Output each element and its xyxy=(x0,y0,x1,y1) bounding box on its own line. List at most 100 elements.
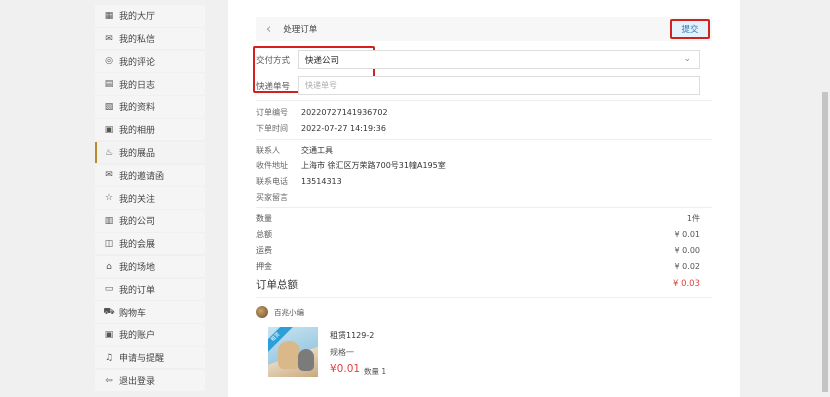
sidebar-item-venues[interactable]: ⌂ 我的场地 xyxy=(95,255,205,278)
order-time-row: 下单时间 2022-07-27 14:19:36 xyxy=(256,121,386,135)
tracking-input[interactable] xyxy=(298,76,700,95)
shipping-row: 运费 ¥ 0.00 xyxy=(256,243,700,257)
dog-illustration xyxy=(278,341,300,369)
account-icon: ▣ xyxy=(104,329,114,340)
back-chevron-icon[interactable]: ‹ xyxy=(266,22,271,37)
product-name[interactable]: 租赁1129-2 xyxy=(330,330,374,341)
submit-button[interactable]: 提交 xyxy=(670,19,710,39)
star-icon: ☆ xyxy=(104,193,114,204)
message-label: 买家留言 xyxy=(256,192,288,202)
message-row: 买家留言 xyxy=(256,190,301,204)
order-number: 20220727141936702 xyxy=(301,107,388,117)
sidebar-item-label: 我的公司 xyxy=(119,217,156,228)
tracking-label: 快递单号 xyxy=(256,81,291,92)
sidebar-item-profile[interactable]: ▧ 我的资料 xyxy=(95,96,205,118)
sidebar-item-expos[interactable]: ◫ 我的会展 xyxy=(95,232,205,255)
shop-name: 百兆小编 xyxy=(274,307,304,317)
expo-icon: ◫ xyxy=(104,238,114,249)
deposit-row: 押金 ¥ 0.02 xyxy=(256,259,700,273)
chevron-down-icon: ⌄ xyxy=(683,54,691,64)
total-value: ¥ 0.01 xyxy=(674,229,700,239)
grand-total-label: 订单总额 xyxy=(256,278,298,291)
product-spec: 规格一 xyxy=(330,348,354,357)
sidebar-item-label: 我的展品 xyxy=(119,149,156,160)
invitation-icon: ✉ xyxy=(105,170,113,181)
cart-icon: ⛟ xyxy=(103,306,115,317)
qty-label: 数量 xyxy=(256,213,272,223)
sidebar-item-label: 我的订单 xyxy=(119,285,156,296)
profile-icon: ▧ xyxy=(104,101,114,112)
sidebar-item-label: 我的场地 xyxy=(119,263,156,274)
grand-total-value: ¥ 0.03 xyxy=(672,279,700,289)
shipping-value: ¥ 0.00 xyxy=(674,245,700,255)
sidebar-item-label: 我的相册 xyxy=(119,126,156,137)
venue-icon: ⌂ xyxy=(106,261,112,272)
sidebar-item-label: 我的资料 xyxy=(119,103,156,114)
shop-avatar xyxy=(256,306,268,318)
sidebar-item-reminders[interactable]: ♫ 申请与提醒 xyxy=(95,346,205,369)
sidebar-item-comments[interactable]: ◎ 我的评论 xyxy=(95,50,205,73)
contact-value: 交通工具 xyxy=(301,145,333,155)
divider xyxy=(256,139,712,140)
sidebar-item-company[interactable]: ▥ 我的公司 xyxy=(95,210,205,232)
sidebar-item-label: 我的邀请函 xyxy=(119,171,165,182)
scrollbar[interactable] xyxy=(820,0,830,397)
hall-icon: ▦ xyxy=(104,10,114,21)
contact-label: 联系人 xyxy=(256,145,280,155)
page-title: 处理订单 xyxy=(283,25,318,35)
album-icon: ▣ xyxy=(104,124,114,135)
product-image[interactable]: 租赁 xyxy=(268,327,318,377)
qty-row: 数量 1件 xyxy=(256,211,700,225)
divider xyxy=(256,207,712,208)
sidebar-item-label: 我的私信 xyxy=(119,35,156,46)
sidebar-item-messages[interactable]: ✉ 我的私信 xyxy=(95,27,205,50)
sidebar-item-label: 我的账户 xyxy=(119,331,156,342)
sidebar-item-label: 我的会展 xyxy=(119,240,156,251)
total-label: 总额 xyxy=(256,229,272,239)
phone-label: 联系电话 xyxy=(256,176,288,186)
sidebar-item-album[interactable]: ▣ 我的相册 xyxy=(95,118,205,141)
sidebar-item-exhibits[interactable]: ♨ 我的展品 xyxy=(95,141,205,164)
sidebar-item-hall[interactable]: ▦ 我的大厅 xyxy=(95,5,205,27)
sidebar-item-orders[interactable]: ▭ 我的订单 xyxy=(95,278,205,301)
address-value: 上海市 徐汇区万荣路700号31幢A195室 xyxy=(301,160,446,170)
sidebar-item-label: 退出登录 xyxy=(119,377,156,387)
logout-icon: ⇦ xyxy=(105,375,113,386)
scrollbar-thumb[interactable] xyxy=(822,92,828,392)
delivery-select[interactable]: 快递公司 ⌄ xyxy=(298,50,700,69)
tracking-row: 快递单号 xyxy=(256,76,700,95)
sidebar-item-cart[interactable]: ⛟ 购物车 xyxy=(95,301,205,323)
company-icon: ▥ xyxy=(104,215,114,226)
product-price: ¥0.01 xyxy=(330,363,361,375)
delivery-label: 交付方式 xyxy=(256,55,291,66)
sidebar-item-follows[interactable]: ☆ 我的关注 xyxy=(95,187,205,209)
order-number-label: 订单编号 xyxy=(256,107,288,117)
order-number-row: 订单编号 20220727141936702 xyxy=(256,105,388,119)
message-icon: ✉ xyxy=(105,33,113,44)
order-icon: ▭ xyxy=(104,284,114,295)
sidebar-item-label: 我的日志 xyxy=(119,80,156,91)
shipping-label: 运费 xyxy=(256,245,272,255)
total-row: 总额 ¥ 0.01 xyxy=(256,227,700,241)
deposit-label: 押金 xyxy=(256,261,272,271)
page-header: ‹ 处理订单 提交 xyxy=(256,17,712,41)
divider xyxy=(256,100,712,101)
address-label: 收件地址 xyxy=(256,160,288,170)
sidebar-item-logout[interactable]: ⇦ 退出登录 xyxy=(95,369,205,392)
sidebar: ▦ 我的大厅 ✉ 我的私信 ◎ 我的评论 ▤ 我的日志 ▧ 我的资料 ▣ 我的相册 ♨ 我的展品 ✉ 我的邀请… xyxy=(95,0,205,397)
divider xyxy=(256,297,712,298)
qty-value: 1件 xyxy=(686,213,700,223)
sidebar-item-logs[interactable]: ▤ 我的日志 xyxy=(95,73,205,95)
delivery-value: 快递公司 xyxy=(305,55,340,66)
shop-info[interactable]: 百兆小编 xyxy=(256,306,304,318)
log-icon: ▤ xyxy=(104,79,114,90)
order-panel: ‹ 处理订单 提交 交付方式 快递公司 ⌄ 快递单号 订单编号 20220727… xyxy=(228,0,740,397)
address-row: 收件地址 上海市 徐汇区万荣路700号31幢A195室 xyxy=(256,158,446,172)
sidebar-item-invitations[interactable]: ✉ 我的邀请函 xyxy=(95,164,205,187)
sidebar-item-label: 我的大厅 xyxy=(119,12,156,23)
exhibit-icon: ♨ xyxy=(104,147,114,158)
sidebar-item-label: 购物车 xyxy=(119,308,147,319)
sidebar-item-account[interactable]: ▣ 我的账户 xyxy=(95,324,205,346)
phone-value: 13514313 xyxy=(301,176,342,186)
comment-icon: ◎ xyxy=(105,56,113,67)
